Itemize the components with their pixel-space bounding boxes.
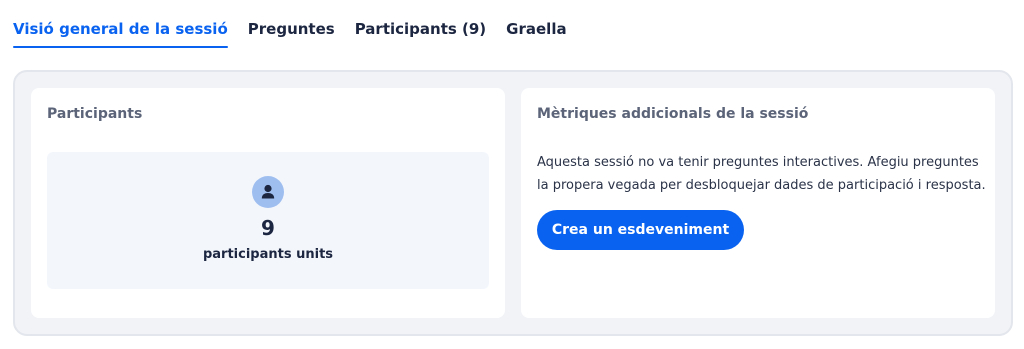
participants-stat-box: 9 participants units (47, 152, 489, 289)
tab-grid[interactable]: Graella (506, 0, 566, 50)
session-tabs: Visió general de la sessió Preguntes Par… (13, 0, 567, 52)
participants-count: 9 (261, 216, 275, 240)
metrics-card-title: Mètriques addicionals de la sessió (537, 106, 809, 122)
additional-metrics-card: Mètriques addicionals de la sessió Aques… (521, 88, 995, 318)
user-icon (252, 176, 284, 208)
create-event-button[interactable]: Crea un esdeveniment (537, 210, 744, 250)
participants-card: Participants 9 participants units (31, 88, 505, 318)
metrics-description: Aquesta sessió no va tenir preguntes int… (537, 155, 986, 193)
participants-count-label: participants units (202, 247, 334, 262)
session-overview-panel: Participants 9 participants units Mètriq… (13, 70, 1013, 336)
user-icon-glyph (261, 184, 275, 199)
tab-questions[interactable]: Preguntes (248, 0, 335, 50)
tab-overview[interactable]: Visió general de la sessió (13, 0, 228, 50)
participants-card-title: Participants (47, 106, 143, 122)
tab-participants[interactable]: Participants (9) (355, 0, 486, 50)
